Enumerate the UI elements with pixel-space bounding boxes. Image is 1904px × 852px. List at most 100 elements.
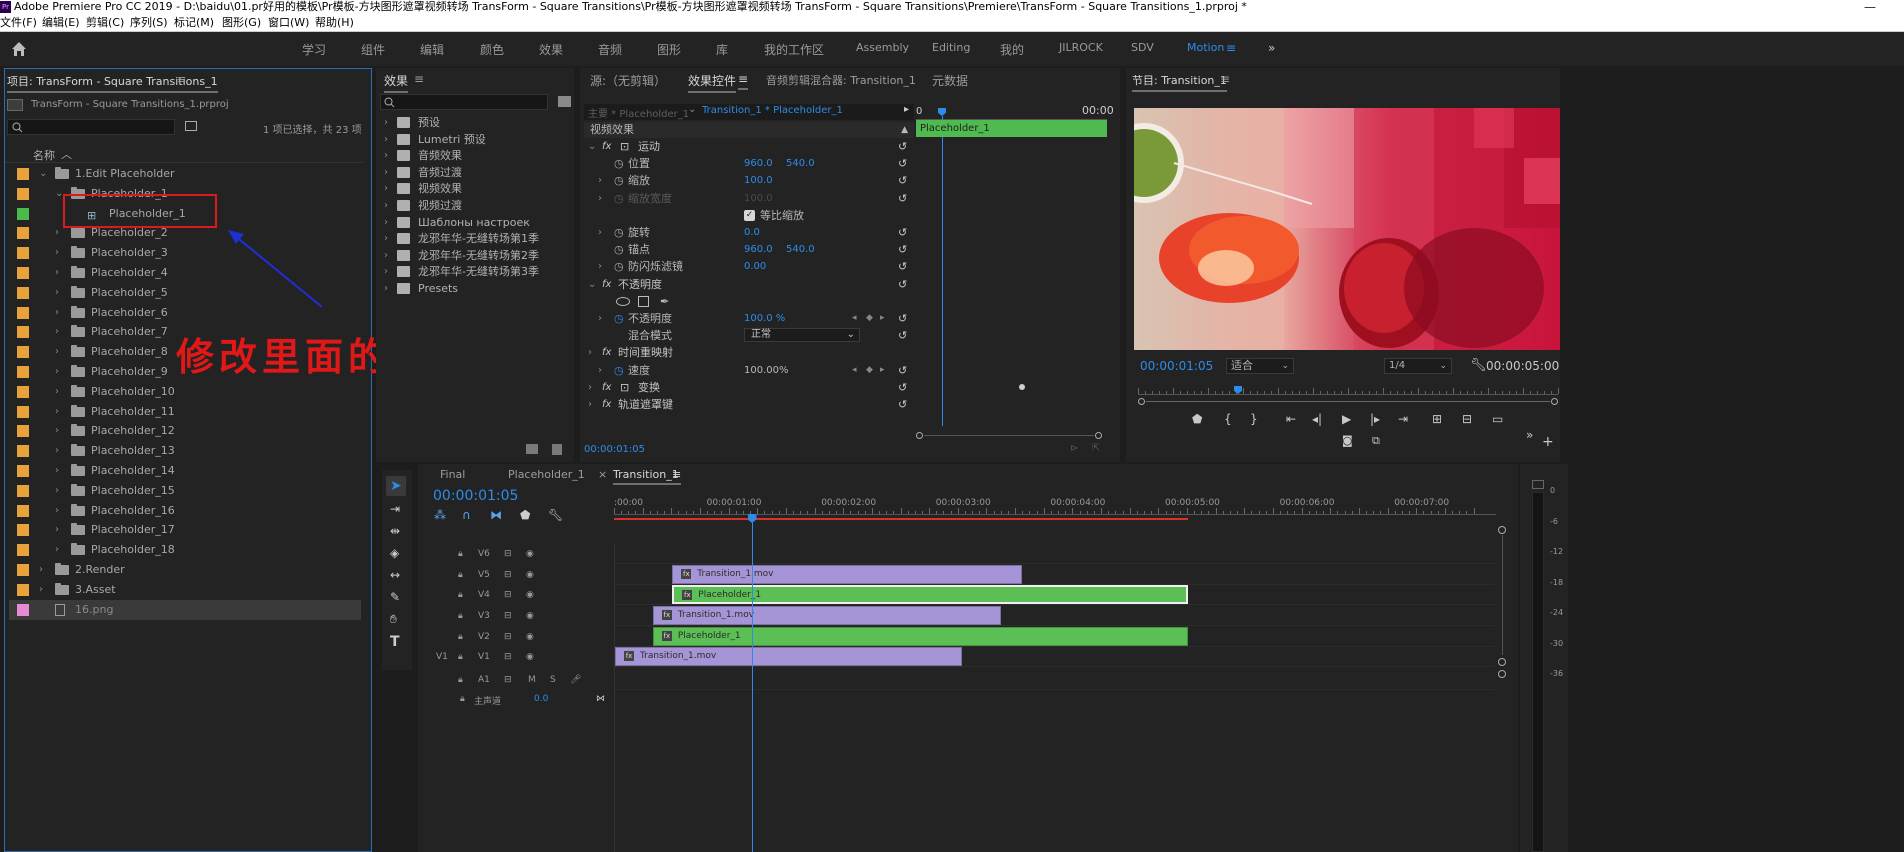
eye-icon[interactable]: ◉ bbox=[526, 647, 534, 667]
label-color-swatch[interactable] bbox=[17, 286, 29, 299]
effects-tab[interactable]: 效果 bbox=[384, 72, 409, 93]
project-item[interactable]: › 3.Asset bbox=[9, 580, 361, 600]
home-icon[interactable] bbox=[10, 40, 28, 58]
fx-badge-icon[interactable]: fx bbox=[602, 138, 611, 155]
project-item[interactable]: › Placeholder_10 bbox=[9, 382, 361, 402]
workspace-editing[interactable]: Editing bbox=[932, 41, 970, 54]
chevron-down-icon[interactable]: › bbox=[588, 396, 592, 413]
go-to-in-icon[interactable]: ⇤ bbox=[1286, 412, 1296, 426]
menu-sequence[interactable]: 序列(S) bbox=[130, 14, 168, 32]
stopwatch-icon[interactable]: ◷ bbox=[614, 172, 624, 189]
reset-icon[interactable]: ↺ bbox=[898, 241, 907, 258]
fx-badge-icon[interactable]: fx bbox=[602, 396, 611, 413]
chevron-right-icon[interactable]: › bbox=[384, 214, 388, 231]
label-color-swatch[interactable] bbox=[17, 524, 29, 537]
effects-item[interactable]: › Шаблоны настроек bbox=[380, 214, 568, 231]
program-time-ruler[interactable] bbox=[1138, 386, 1559, 396]
workspace-libraries[interactable]: 库 bbox=[716, 41, 728, 58]
lock-icon[interactable]: 🔒︎ bbox=[458, 627, 463, 647]
chevron-right-icon[interactable]: › bbox=[55, 303, 65, 323]
project-item[interactable]: ⌄ 1.Edit Placeholder bbox=[9, 164, 361, 184]
step-back-icon[interactable]: ◂| bbox=[1312, 412, 1322, 426]
property-value-2[interactable]: 540.0 bbox=[786, 155, 815, 172]
pen-mask-icon[interactable]: ✒ bbox=[660, 293, 669, 310]
label-color-swatch[interactable] bbox=[17, 168, 29, 180]
label-color-swatch[interactable] bbox=[17, 346, 29, 359]
ellipse-mask-icon[interactable] bbox=[616, 296, 630, 306]
export-frame-icon[interactable]: ▭ bbox=[1492, 412, 1503, 426]
stopwatch-icon[interactable]: ◷ bbox=[614, 362, 624, 379]
minimize-button[interactable]: — bbox=[1850, 0, 1890, 14]
eye-icon[interactable]: ◉ bbox=[526, 627, 534, 647]
reset-icon[interactable]: ↺ bbox=[898, 224, 907, 241]
menu-edit[interactable]: 编辑(E) bbox=[42, 14, 80, 32]
effect-property-row[interactable]: ◷ 位置 960.0 540.0 ↺ bbox=[580, 155, 916, 172]
reset-icon[interactable]: ↺ bbox=[898, 327, 907, 344]
effects-item[interactable]: › 音频效果 bbox=[380, 147, 568, 164]
label-color-swatch[interactable] bbox=[17, 583, 29, 596]
filter-icon[interactable]: ⊳ bbox=[1070, 443, 1078, 454]
label-color-swatch[interactable] bbox=[17, 207, 29, 220]
label-color-swatch[interactable] bbox=[17, 405, 29, 418]
slip-tool-icon[interactable]: ↔ bbox=[390, 568, 400, 582]
chevron-right-icon[interactable]: › bbox=[55, 322, 65, 342]
track-name[interactable]: V4 bbox=[478, 585, 490, 605]
label-color-swatch[interactable] bbox=[17, 504, 29, 517]
video-scrollbar[interactable] bbox=[1498, 526, 1508, 666]
workspace-graphics[interactable]: 图形 bbox=[657, 41, 681, 58]
timeline-ruler[interactable]: :00:00 00:00:01:00 00:00:02:00 00:00:03:00 0… bbox=[614, 494, 1496, 524]
chevron-down-icon[interactable]: ⌄ bbox=[588, 276, 596, 293]
timeline-tab-placeholder[interactable]: Placeholder_1 bbox=[508, 468, 585, 481]
workspace-sdv[interactable]: SDV bbox=[1131, 41, 1154, 54]
chevron-right-icon[interactable]: › bbox=[598, 172, 602, 189]
track-name[interactable]: V5 bbox=[478, 565, 490, 585]
label-color-swatch[interactable] bbox=[17, 564, 29, 576]
step-forward-icon[interactable]: |▸ bbox=[1370, 412, 1380, 426]
property-value-1[interactable]: 0.00 bbox=[744, 258, 766, 275]
chevron-right-icon[interactable]: › bbox=[598, 224, 602, 241]
sync-lock-icon[interactable]: ⊟ bbox=[504, 565, 512, 585]
audio-scrollbar[interactable] bbox=[1498, 670, 1508, 710]
add-marker-icon[interactable]: ⬟ bbox=[1192, 412, 1202, 426]
new-custom-bin-icon[interactable] bbox=[526, 444, 538, 454]
chevron-down-icon[interactable]: › bbox=[588, 379, 592, 396]
chevron-right-icon[interactable]: › bbox=[598, 310, 602, 327]
track-name[interactable]: V1 bbox=[478, 647, 490, 667]
snap-icon[interactable]: ∩ bbox=[462, 508, 471, 522]
label-color-swatch[interactable] bbox=[17, 544, 29, 557]
reset-icon[interactable]: ↺ bbox=[898, 258, 907, 275]
effect-property-row[interactable]: 混合模式 正常 ⌄ ↺ bbox=[580, 327, 916, 344]
menu-graphics[interactable]: 图形(G) bbox=[222, 14, 261, 32]
program-zoom-bar[interactable] bbox=[1138, 398, 1558, 406]
mute-button[interactable]: M bbox=[528, 670, 536, 690]
lock-icon[interactable]: 🔒︎ bbox=[458, 544, 463, 564]
fit-dropdown[interactable]: 适合 ⌄ bbox=[1226, 358, 1294, 374]
label-color-swatch[interactable] bbox=[17, 326, 29, 339]
chevron-right-icon[interactable]: › bbox=[384, 230, 388, 247]
timeline-timecode[interactable]: 00:00:01:05 bbox=[433, 488, 518, 504]
sync-lock-icon[interactable]: ⊟ bbox=[504, 585, 512, 605]
effects-search-input[interactable] bbox=[380, 94, 548, 110]
menu-file[interactable]: 文件(F) bbox=[0, 14, 37, 32]
chevron-down-icon[interactable]: › bbox=[588, 344, 592, 361]
timeline-clip[interactable]: fx Transition_1.mov bbox=[615, 647, 963, 666]
keyframe-marker[interactable] bbox=[1019, 384, 1025, 390]
chevron-right-icon[interactable]: › bbox=[384, 247, 388, 264]
eye-icon[interactable]: ◉ bbox=[526, 544, 534, 564]
label-color-swatch[interactable] bbox=[17, 484, 29, 497]
wrench-icon[interactable]: 🔧︎ bbox=[1470, 358, 1487, 373]
stopwatch-icon[interactable]: ◷ bbox=[614, 190, 624, 207]
track-select-tool-icon[interactable]: ⇥ bbox=[390, 502, 400, 516]
extract-icon[interactable]: ⊟ bbox=[1462, 412, 1472, 426]
timeline-clip[interactable]: fx Transition_1.mov bbox=[652, 606, 1002, 625]
voiceover-icon[interactable]: 🎤︎ bbox=[570, 670, 581, 690]
effect-controls-menu-icon[interactable]: ≡ bbox=[738, 72, 749, 90]
timeline-tab-final[interactable]: Final bbox=[440, 468, 465, 481]
project-item[interactable]: › Placeholder_15 bbox=[9, 481, 361, 501]
chevron-right-icon[interactable]: › bbox=[55, 283, 65, 303]
program-video-frame[interactable] bbox=[1134, 108, 1560, 350]
chevron-right-icon[interactable]: › bbox=[39, 580, 49, 600]
chevron-down-icon[interactable]: ⌄ bbox=[39, 164, 49, 184]
chevron-right-icon[interactable]: › bbox=[55, 421, 65, 441]
tab-metadata[interactable]: 元数据 bbox=[932, 72, 968, 89]
